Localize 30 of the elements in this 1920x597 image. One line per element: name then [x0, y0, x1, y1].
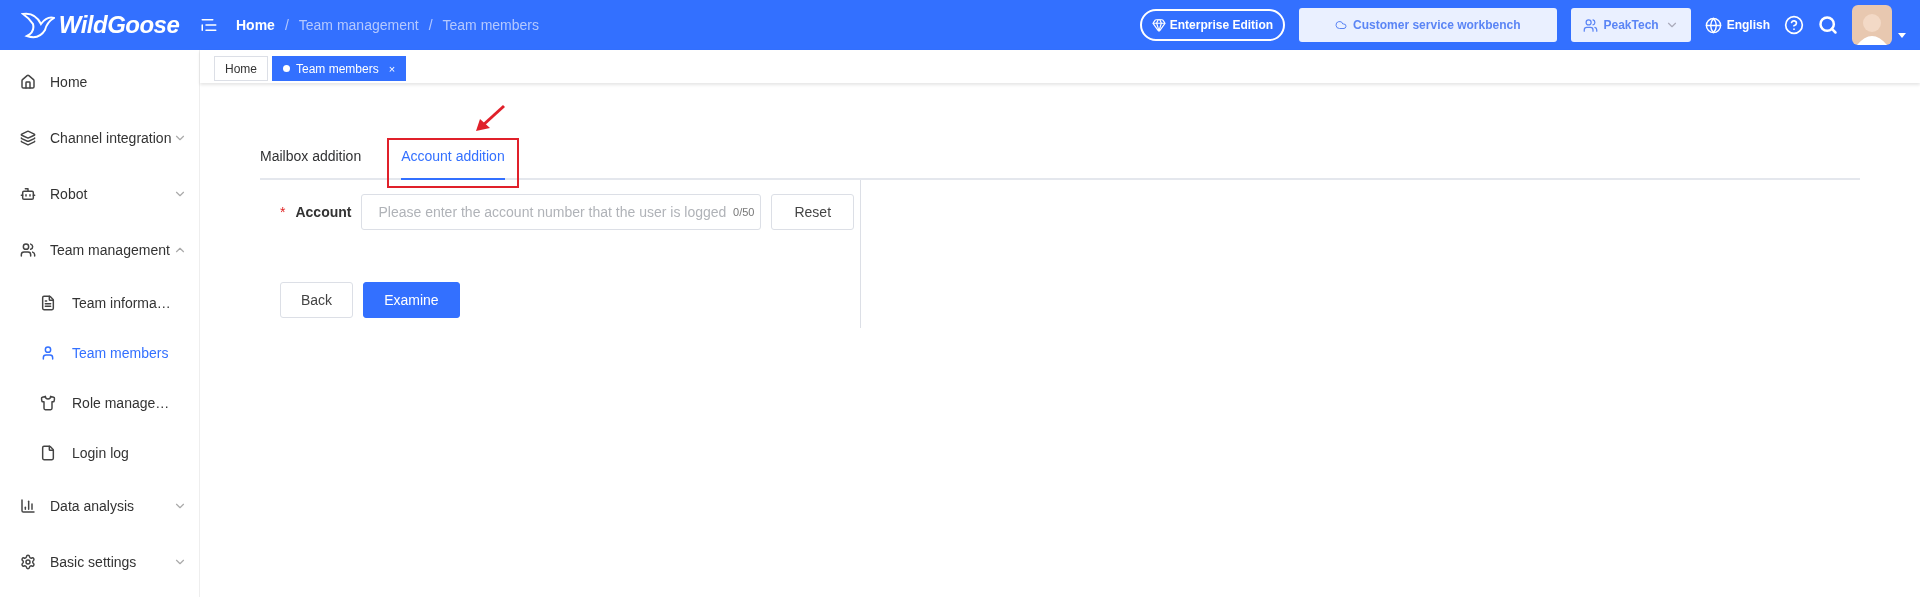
back-button[interactable]: Back	[280, 282, 354, 318]
close-icon[interactable]: ×	[388, 62, 396, 75]
sidebar-item[interactable]: Basic settings	[0, 534, 199, 590]
sidebar-item[interactable]: Robot	[0, 166, 199, 222]
page-tab-label: Team members	[296, 61, 379, 76]
sidebar-item[interactable]: Home	[0, 54, 199, 110]
language-selector[interactable]: English	[1704, 16, 1770, 34]
sidebar-subitem[interactable]: Login log	[0, 428, 199, 478]
required-mark: *	[280, 204, 286, 220]
character-counter: 0/50	[733, 206, 755, 218]
edition-button[interactable]: Enterprise Edition	[1139, 9, 1286, 41]
sidebar-subitem[interactable]: Role manage…	[0, 378, 199, 428]
reset-button[interactable]: Reset	[771, 194, 855, 230]
sidebar-item[interactable]: Data analysis	[0, 478, 199, 534]
field-label: Account	[294, 204, 352, 220]
sidebar-subitem[interactable]: Team informa…	[0, 278, 199, 328]
page-tab[interactable]: Team members ×	[272, 56, 407, 81]
examine-button[interactable]: Examine	[363, 282, 460, 318]
tab[interactable]: Account addition	[401, 148, 505, 180]
sidebar-subitem[interactable]: Team members	[0, 328, 199, 378]
page-tab-label: Home	[225, 61, 257, 76]
sidebar-item[interactable]: Channel integration	[0, 110, 199, 166]
breadcrumb-link[interactable]: Home	[236, 17, 275, 33]
tab[interactable]: Mailbox addition	[260, 148, 362, 180]
sidebar-item[interactable]: Team management	[0, 222, 199, 278]
logo-text: WildGoose	[58, 11, 180, 39]
breadcrumb-separator: /	[428, 17, 433, 33]
breadcrumb-separator: /	[284, 17, 289, 33]
page-tab[interactable]: Home	[214, 56, 268, 81]
account-field[interactable]: Please enter the account number that the user is logged 0/50	[361, 194, 762, 230]
